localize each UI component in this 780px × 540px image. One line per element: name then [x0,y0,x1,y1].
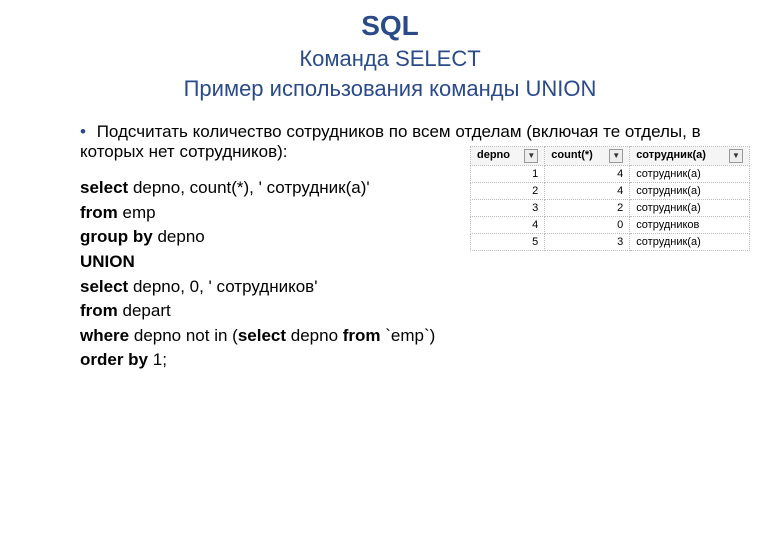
dropdown-icon[interactable]: ▼ [524,149,538,163]
table-row: 1 4 сотрудник(а) [471,166,750,183]
title-subtitle-2: Пример использования команды UNION [20,76,760,102]
cell-label: сотрудник(а) [630,234,750,251]
dropdown-icon[interactable]: ▼ [729,149,743,163]
two-column-layout: select depno, count(*), ' сотрудник(а)' … [80,176,750,373]
th-label: сотрудник(а)▼ [630,147,750,166]
table-row: 5 3 сотрудник(а) [471,234,750,251]
code-line-1: select depno, count(*), ' сотрудник(а)' [80,176,455,201]
table-row: 3 2 сотрудник(а) [471,200,750,217]
cell-depno: 1 [471,166,545,183]
content-area: • Подсчитать количество сотрудников по в… [20,122,760,373]
code-line-5: select depno, 0, ' сотрудников' [80,275,455,300]
cell-label: сотрудник(а) [630,200,750,217]
code-line-2: from emp [80,201,455,226]
sql-code-block: select depno, count(*), ' сотрудник(а)' … [80,176,455,373]
cell-count: 4 [545,183,630,200]
code-line-4: UNION [80,250,455,275]
code-line-3: group by depno [80,225,455,250]
cell-count: 4 [545,166,630,183]
slide: SQL Команда SELECT Пример использования … [0,0,780,393]
result-table-container: depno▼ count(*)▼ сотрудник(а)▼ 1 4 сотру… [470,146,750,251]
title-subtitle-1: Команда SELECT [20,46,760,72]
cell-label: сотрудник(а) [630,166,750,183]
cell-label: сотрудников [630,217,750,234]
cell-label: сотрудник(а) [630,183,750,200]
title-block: SQL Команда SELECT Пример использования … [20,10,760,102]
dropdown-icon[interactable]: ▼ [609,149,623,163]
table-row: 4 0 сотрудников [471,217,750,234]
result-table: depno▼ count(*)▼ сотрудник(а)▼ 1 4 сотру… [470,146,750,251]
cell-count: 2 [545,200,630,217]
code-line-8: order by 1; [80,348,455,373]
table-row: 2 4 сотрудник(а) [471,183,750,200]
cell-depno: 2 [471,183,545,200]
code-line-7: where depno not in (select depno from `e… [80,324,455,349]
cell-depno: 3 [471,200,545,217]
cell-depno: 4 [471,217,545,234]
title-main: SQL [20,10,760,42]
cell-count: 0 [545,217,630,234]
cell-depno: 5 [471,234,545,251]
bullet-dot-icon: • [80,122,86,141]
cell-count: 3 [545,234,630,251]
th-count: count(*)▼ [545,147,630,166]
th-depno: depno▼ [471,147,545,166]
code-line-6: from depart [80,299,455,324]
table-header-row: depno▼ count(*)▼ сотрудник(а)▼ [471,147,750,166]
